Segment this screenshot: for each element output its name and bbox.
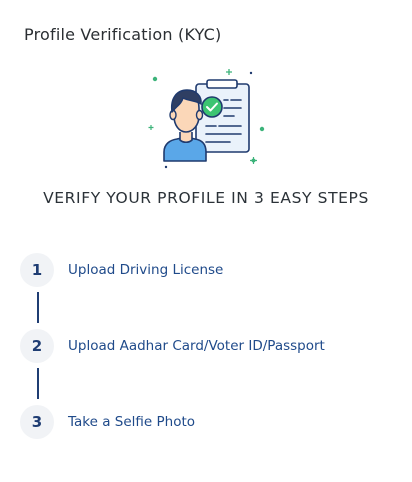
step-number-badge: 2 <box>20 329 54 363</box>
step-1[interactable]: 1 Upload Driving License <box>20 253 223 287</box>
person-neck-icon <box>179 132 193 144</box>
sparkle-dot-icon <box>259 126 265 132</box>
kyc-illustration <box>146 66 268 172</box>
sparkle-dot-icon <box>249 71 253 75</box>
check-circle-icon <box>201 96 223 118</box>
sparkle-dot-icon <box>164 165 168 169</box>
sparkle-dot-icon <box>152 76 158 82</box>
step-number-badge: 3 <box>20 405 54 439</box>
step-2[interactable]: 2 Upload Aadhar Card/Voter ID/Passport <box>20 329 325 363</box>
sparkle-plus-icon <box>148 125 154 130</box>
sparkle-plus-icon <box>226 69 232 75</box>
page-title: Profile Verification (KYC) <box>24 25 222 44</box>
steps-headline: VERIFY YOUR PROFILE IN 3 EASY STEPS <box>43 189 369 207</box>
sparkle-star-icon <box>250 157 257 164</box>
step-label-driving-license[interactable]: Upload Driving License <box>68 262 223 278</box>
step-connector <box>37 292 39 323</box>
clipboard-clip-icon <box>206 79 238 89</box>
step-3[interactable]: 3 Take a Selfie Photo <box>20 405 195 439</box>
step-label-id-document[interactable]: Upload Aadhar Card/Voter ID/Passport <box>68 338 325 354</box>
step-number-badge: 1 <box>20 253 54 287</box>
step-label-selfie[interactable]: Take a Selfie Photo <box>68 414 195 430</box>
verified-profile-icon <box>148 69 265 169</box>
step-connector <box>37 368 39 399</box>
